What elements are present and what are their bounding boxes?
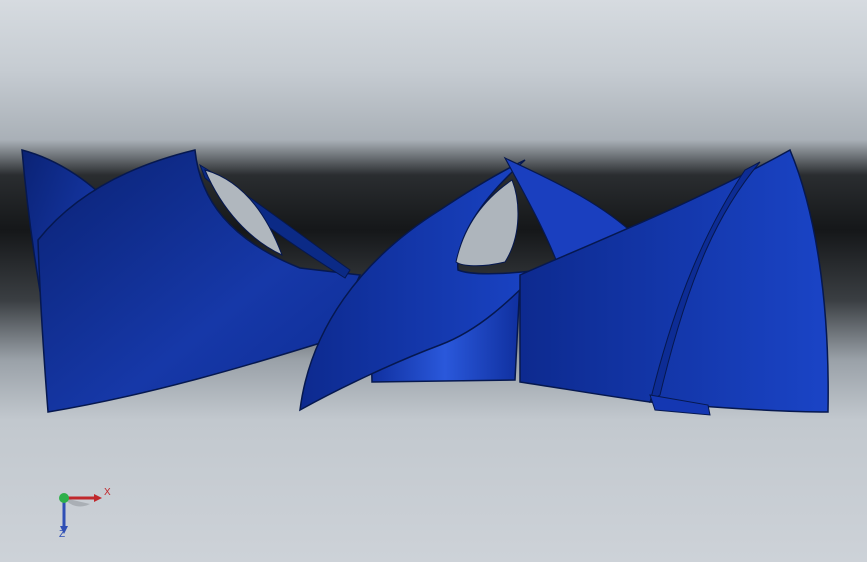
orientation-triad: X Z: [50, 482, 120, 544]
x-axis-label: X: [104, 487, 111, 498]
z-axis-label: Z: [59, 529, 66, 540]
graphics-viewport[interactable]: X Z: [0, 0, 867, 562]
propeller-blade-model[interactable]: [0, 0, 867, 562]
y-axis-dot: [59, 493, 69, 503]
